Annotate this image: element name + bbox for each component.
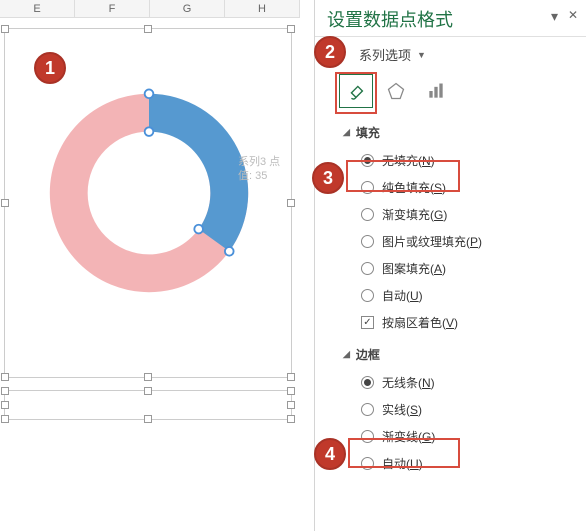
fill-option[interactable]: 按扇区着色(V) (361, 309, 574, 336)
border-section: ◢ 边框 无线条(N) 实线(S) 渐变线(G) 自动(U) (315, 340, 586, 481)
border-option[interactable]: 实线(S) (361, 396, 574, 423)
col-header[interactable]: F (75, 0, 150, 17)
resize-handle[interactable] (1, 373, 9, 381)
series-options-dropdown[interactable]: 系列选项 ▼ (315, 37, 586, 70)
collapse-triangle-icon: ◢ (343, 349, 350, 360)
border-option[interactable]: 渐变线(G) (361, 423, 574, 450)
option-label: 图片或纹理填充(P) (382, 233, 482, 250)
border-option[interactable]: 自动(U) (361, 450, 574, 477)
format-pane-header: 设置数据点格式 ▾ ✕ (315, 0, 586, 37)
fill-option[interactable]: 无填充(N) (361, 147, 574, 174)
annotation-badge-4: 4 (314, 438, 346, 470)
option-label: 渐变线(G) (382, 428, 435, 445)
resize-handle[interactable] (287, 199, 295, 207)
series-options-tab[interactable] (419, 74, 453, 108)
col-header[interactable]: G (150, 0, 225, 17)
option-label: 自动(U) (382, 287, 423, 304)
resize-handle[interactable] (287, 373, 295, 381)
column-ruler: E F G H (0, 0, 300, 18)
collapse-triangle-icon: ◢ (343, 127, 350, 138)
resize-handle[interactable] (144, 25, 152, 33)
annotation-badge-2: 2 (314, 36, 346, 68)
radio-icon (361, 403, 374, 416)
resize-handle[interactable] (287, 387, 295, 395)
fill-option[interactable]: 自动(U) (361, 282, 574, 309)
doughnut-chart[interactable] (25, 69, 273, 317)
resize-handle[interactable] (1, 415, 9, 423)
radio-icon (361, 376, 374, 389)
resize-handle[interactable] (1, 387, 9, 395)
option-label: 纯色填充(S) (382, 179, 446, 196)
radio-icon (361, 430, 374, 443)
resize-handle[interactable] (144, 415, 152, 423)
secondary-selection[interactable] (4, 390, 292, 420)
border-section-header[interactable]: ◢ 边框 (343, 346, 574, 363)
checkbox-icon (361, 316, 374, 329)
close-icon[interactable]: ✕ (568, 8, 578, 22)
fill-section-header[interactable]: ◢ 填充 (343, 124, 574, 141)
resize-handle[interactable] (287, 401, 295, 409)
effects-tab[interactable] (379, 74, 413, 108)
option-label: 无填充(N) (382, 152, 435, 169)
annotation-badge-3: 3 (312, 162, 344, 194)
fill-option[interactable]: 纯色填充(S) (361, 174, 574, 201)
option-label: 无线条(N) (382, 374, 435, 391)
fill-option[interactable]: 图案填充(A) (361, 255, 574, 282)
format-category-tabs (315, 70, 586, 118)
radio-icon (361, 457, 374, 470)
radio-icon (361, 289, 374, 302)
fill-section: ◢ 填充 无填充(N) 纯色填充(S) 渐变填充(G) 图片或纹理填充(P) 图案填充(… (315, 118, 586, 340)
option-label: 图案填充(A) (382, 260, 446, 277)
chevron-down-icon: ▼ (417, 50, 426, 60)
col-header[interactable]: E (0, 0, 75, 17)
option-label: 按扇区着色(V) (382, 314, 458, 331)
resize-handle[interactable] (1, 25, 9, 33)
radio-icon (361, 154, 374, 167)
radio-icon (361, 235, 374, 248)
resize-handle[interactable] (144, 387, 152, 395)
resize-handle[interactable] (287, 25, 295, 33)
col-header[interactable]: H (225, 0, 300, 17)
fill-line-tab[interactable] (339, 74, 373, 108)
resize-handle[interactable] (144, 373, 152, 381)
format-pane-title: 设置数据点格式 (327, 10, 453, 30)
option-label: 自动(U) (382, 455, 423, 472)
annotation-badge-1: 1 (34, 52, 66, 84)
border-option[interactable]: 无线条(N) (361, 369, 574, 396)
resize-handle[interactable] (1, 401, 9, 409)
resize-handle[interactable] (287, 415, 295, 423)
option-label: 实线(S) (382, 401, 422, 418)
dropdown-icon[interactable]: ▾ (551, 8, 558, 25)
option-label: 渐变填充(G) (382, 206, 447, 223)
radio-icon (361, 181, 374, 194)
fill-option[interactable]: 图片或纹理填充(P) (361, 228, 574, 255)
radio-icon (361, 208, 374, 221)
resize-handle[interactable] (1, 199, 9, 207)
fill-option[interactable]: 渐变填充(G) (361, 201, 574, 228)
radio-icon (361, 262, 374, 275)
format-pane: 设置数据点格式 ▾ ✕ 系列选项 ▼ ◢ 填充 无填充(N) 纯色填充(S) 渐变填… (314, 0, 586, 531)
